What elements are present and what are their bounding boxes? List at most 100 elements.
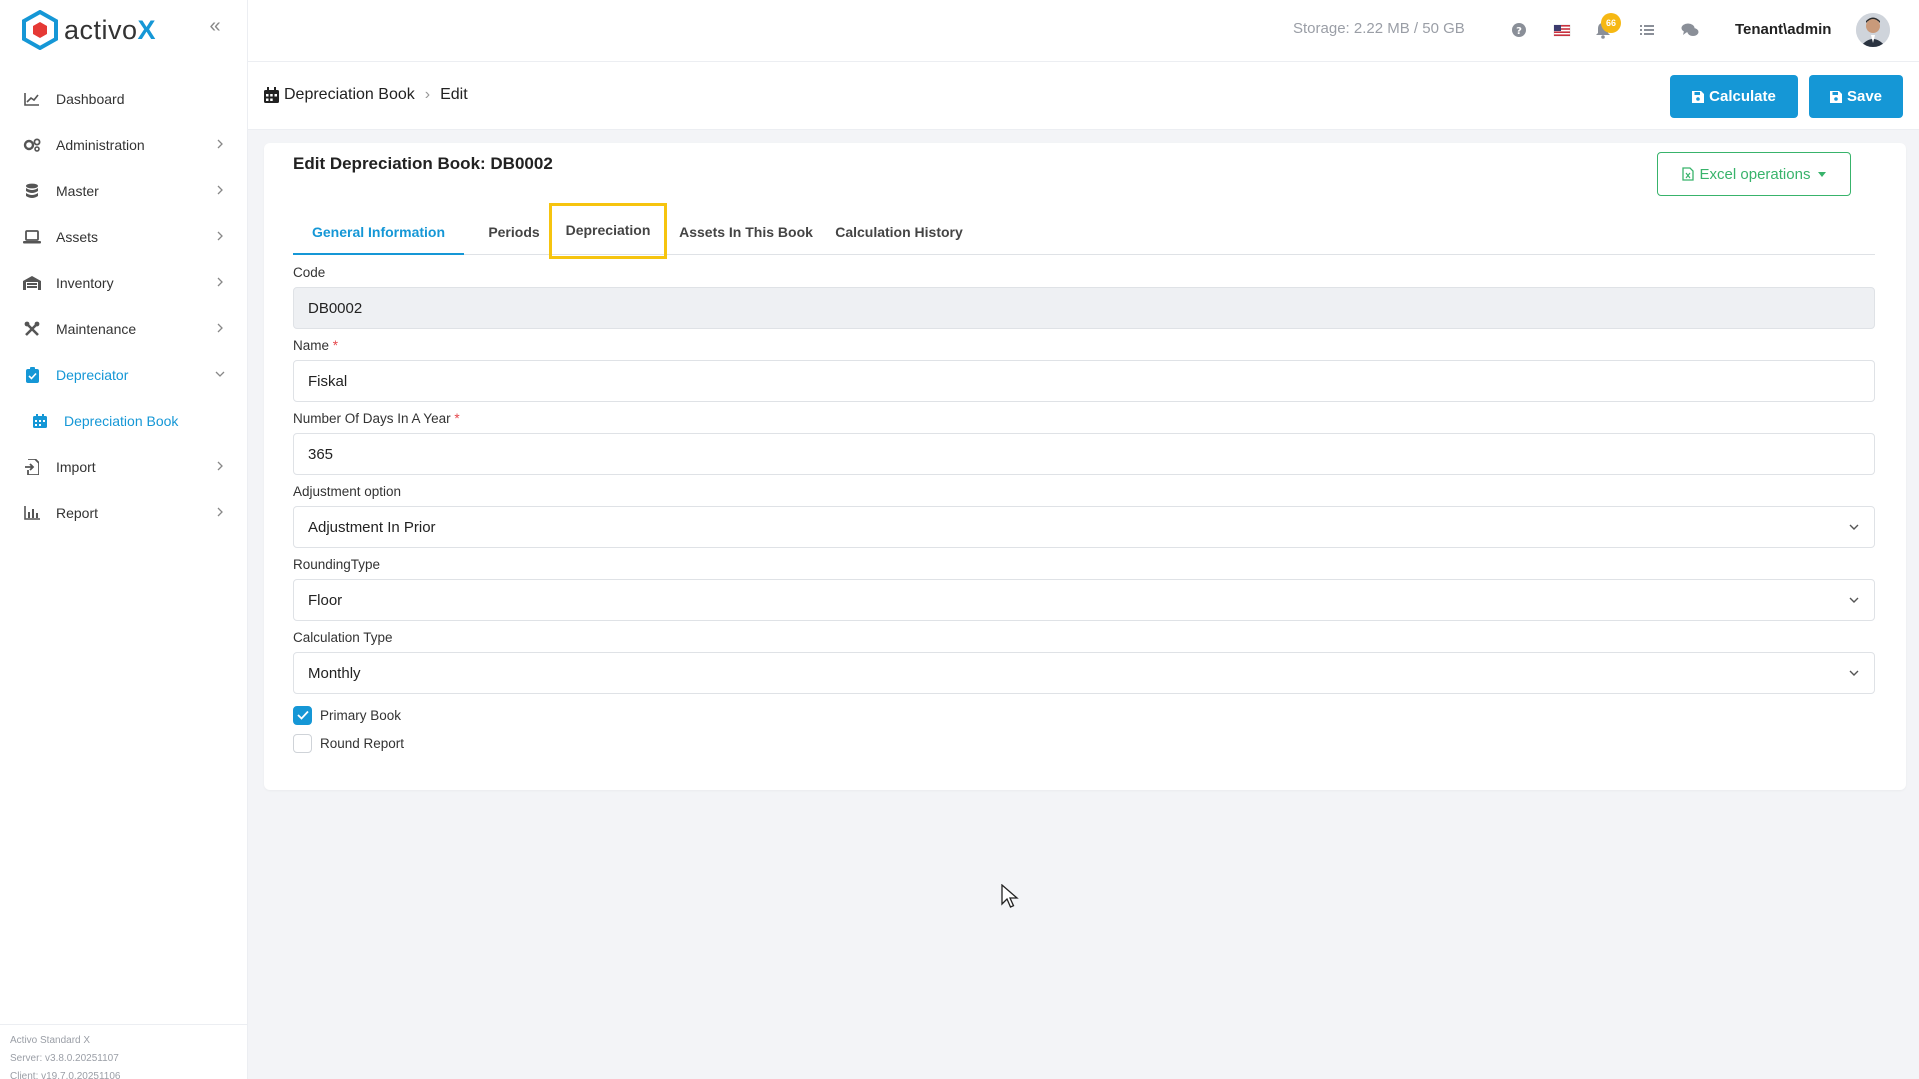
calendar-icon	[33, 414, 47, 428]
excel-file-icon	[1681, 167, 1694, 181]
checkmark-icon	[296, 710, 309, 720]
round-report-label: Round Report	[320, 735, 405, 751]
sidebar-nav: Dashboard Administration Master Assets I…	[0, 76, 248, 536]
edit-card: Edit Depreciation Book: DB0002 Excel ope…	[264, 143, 1906, 790]
sidebar: activoX « Dashboard Administration Maste…	[0, 0, 248, 1079]
chevron-right-icon	[217, 231, 223, 241]
name-field-group: Name * Fiskal	[293, 338, 1875, 411]
collapse-sidebar-icon[interactable]: «	[204, 16, 226, 38]
storage-usage: Storage: 2.22 MB / 50 GB	[1293, 20, 1465, 37]
sidebar-item-label: Dashboard	[56, 91, 125, 107]
adjustment-option-select[interactable]: Adjustment In Prior	[293, 506, 1875, 548]
sidebar-item-label: Depreciator	[56, 367, 129, 383]
tab-bar: General Information Periods Depreciation…	[293, 203, 1875, 259]
sidebar-item-label: Assets	[56, 229, 99, 245]
floppy-disk-icon	[1829, 90, 1842, 103]
tab-calculation-history[interactable]: Calculation History	[829, 209, 969, 255]
sidebar-item-inventory[interactable]: Inventory	[0, 260, 248, 306]
calculate-button[interactable]: Calculate	[1670, 75, 1798, 118]
chart-line-icon	[22, 89, 42, 109]
logo-text: activoX	[64, 14, 157, 45]
tab-periods[interactable]: Periods	[474, 209, 554, 255]
avatar[interactable]	[1856, 13, 1890, 47]
sidebar-item-label: Maintenance	[56, 321, 137, 337]
breadcrumb-root[interactable]: Depreciation Book	[284, 86, 415, 104]
client-version: Client: v19.7.0.20251106	[10, 1071, 121, 1079]
product-name: Activo Standard X	[10, 1035, 91, 1046]
user-name[interactable]: Tenant\admin	[1735, 21, 1831, 38]
chevron-right-icon	[217, 507, 223, 517]
sidebar-item-label: Master	[56, 183, 99, 199]
version-info: Activo Standard X Server: v3.8.0.2025110…	[0, 1024, 248, 1079]
primary-book-label: Primary Book	[320, 707, 402, 723]
chat-icon[interactable]	[1680, 20, 1700, 40]
calc-type-field-group: Calculation Type Monthly	[293, 630, 1875, 694]
sidebar-item-label: Report	[56, 505, 99, 521]
primary-book-checkbox[interactable]	[293, 705, 312, 725]
required-asterisk: *	[332, 338, 339, 353]
caret-down-icon	[1818, 171, 1827, 177]
adjustment-label: Adjustment option	[293, 484, 402, 499]
rounding-type-select[interactable]: Floor	[293, 579, 1875, 621]
name-label: Name *	[293, 338, 339, 353]
sidebar-item-report[interactable]: Report	[0, 490, 248, 536]
required-asterisk: *	[454, 411, 460, 426]
server-version: Server: v3.8.0.20251107	[10, 1053, 119, 1064]
database-icon	[22, 181, 42, 201]
chevron-down-icon	[1849, 524, 1859, 530]
rounding-label: RoundingType	[293, 557, 381, 572]
days-field-group: Number Of Days In A Year * 365	[293, 411, 1875, 484]
code-field-group: Code DB0002	[293, 265, 1875, 338]
tools-icon	[22, 319, 42, 339]
file-import-icon	[22, 457, 42, 477]
calc-type-label: Calculation Type	[293, 630, 393, 645]
floppy-disk-icon	[1692, 90, 1705, 103]
chevron-down-icon	[1849, 597, 1859, 603]
round-report-row: Round Report	[293, 732, 1875, 754]
excel-operations-dropdown[interactable]: Excel operations	[1657, 152, 1851, 196]
breadcrumb: Depreciation Book › Edit	[263, 86, 468, 104]
notification-badge: 66	[1601, 13, 1621, 33]
code-field: DB0002	[293, 287, 1875, 329]
chevron-right-icon	[217, 277, 223, 287]
sidebar-subitem-label: Depreciation Book	[64, 413, 179, 429]
chevron-right-icon	[217, 139, 223, 149]
mouse-cursor-icon	[1001, 884, 1019, 908]
tasks-list-icon[interactable]	[1637, 20, 1657, 40]
calendar-icon	[264, 87, 279, 103]
name-input[interactable]: Fiskal	[293, 360, 1875, 402]
tab-assets-in-this-book[interactable]: Assets In This Book	[676, 209, 816, 255]
round-report-checkbox[interactable]	[293, 733, 312, 753]
sidebar-item-depreciator[interactable]: Depreciator	[0, 352, 248, 398]
days-in-year-input[interactable]: 365	[293, 433, 1875, 475]
svg-text:?: ?	[1516, 26, 1522, 37]
card-title: Edit Depreciation Book: DB0002	[293, 154, 553, 173]
primary-book-row: Primary Book	[293, 704, 1875, 726]
bar-chart-icon	[22, 503, 42, 523]
page-header: Depreciation Book › Edit Calculate Save	[248, 62, 1919, 130]
rounding-field-group: RoundingType Floor	[293, 557, 1875, 630]
calculation-type-select[interactable]: Monthly	[293, 652, 1875, 694]
sidebar-item-master[interactable]: Master	[0, 168, 248, 214]
gears-icon	[22, 135, 42, 155]
logo[interactable]: activoX	[22, 10, 156, 50]
us-flag-icon[interactable]	[1552, 20, 1572, 40]
topbar: Storage: 2.22 MB / 50 GB ? 66 Tenant\adm…	[248, 0, 1919, 62]
help-icon[interactable]: ?	[1509, 20, 1529, 40]
tab-general-information[interactable]: General Information	[293, 209, 464, 255]
sidebar-item-label: Import	[56, 459, 96, 475]
breadcrumb-separator-icon: ›	[424, 86, 431, 103]
chevron-down-icon	[215, 371, 225, 377]
sidebar-item-label: Administration	[56, 137, 145, 153]
chevron-down-icon	[1849, 670, 1859, 676]
chevron-right-icon	[217, 185, 223, 195]
sidebar-item-maintenance[interactable]: Maintenance	[0, 306, 248, 352]
save-button[interactable]: Save	[1809, 75, 1903, 118]
sidebar-item-import[interactable]: Import	[0, 444, 248, 490]
sidebar-item-assets[interactable]: Assets	[0, 214, 248, 260]
sidebar-item-dashboard[interactable]: Dashboard	[0, 76, 248, 122]
tab-depreciation[interactable]: Depreciation	[549, 203, 667, 259]
code-label: Code	[293, 265, 326, 280]
sidebar-item-administration[interactable]: Administration	[0, 122, 248, 168]
sidebar-subitem-depreciation-book[interactable]: Depreciation Book	[0, 398, 248, 444]
